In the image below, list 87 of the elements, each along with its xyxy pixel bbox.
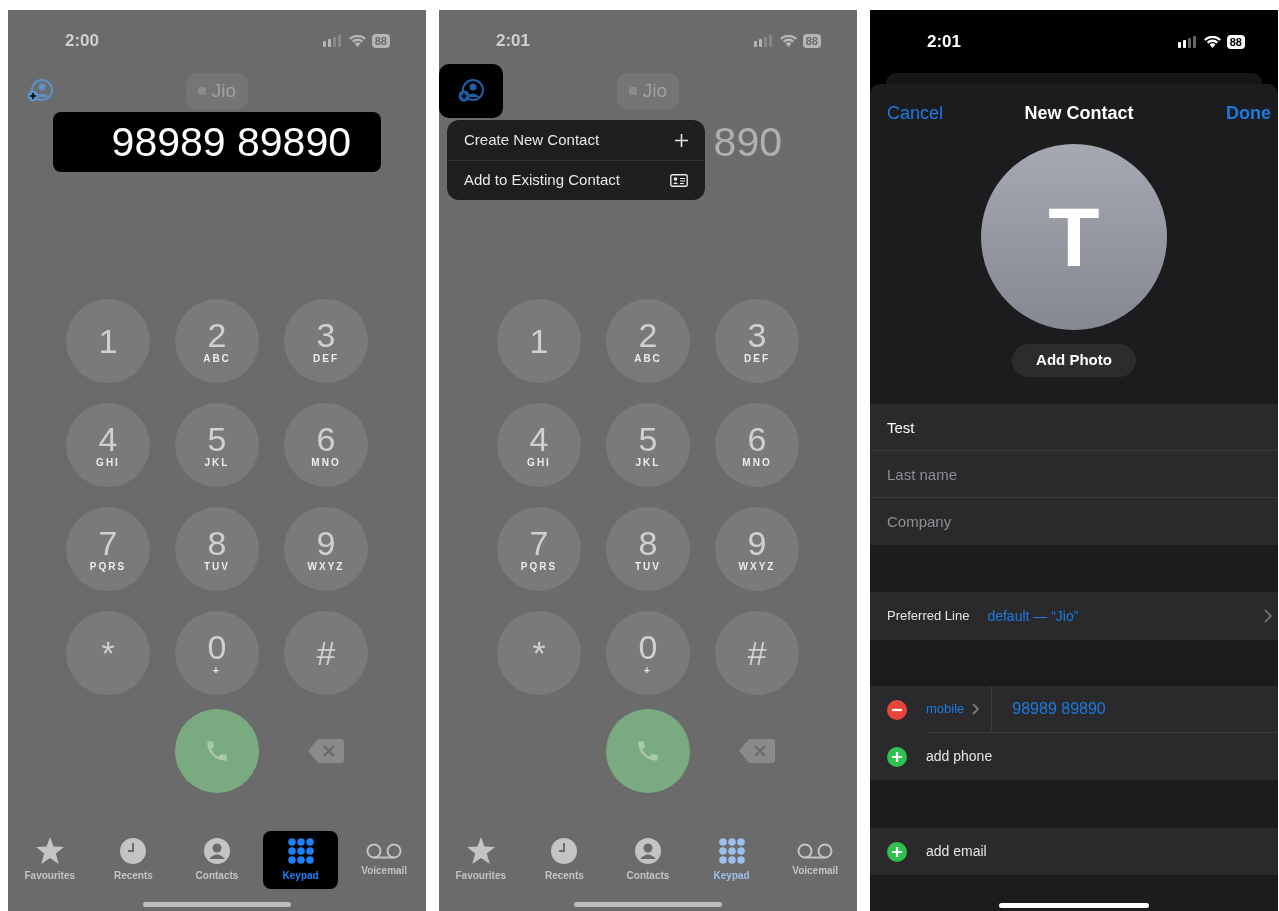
dial-key[interactable]: 6 MNO: [284, 403, 368, 487]
add-contact-icon: [27, 79, 53, 103]
backspace-icon: [308, 739, 344, 763]
tab-bar-item[interactable]: Keypad: [693, 831, 770, 889]
dial-key[interactable]: 4 GHI: [66, 403, 150, 487]
name-field[interactable]: Company: [870, 498, 1278, 545]
avatar: T: [981, 144, 1167, 330]
sheet-title: New Contact: [1024, 101, 1134, 125]
dial-key[interactable]: #: [715, 611, 799, 695]
dial-key[interactable]: 9 WXYZ: [715, 507, 799, 591]
chevron-icon: [1264, 609, 1272, 623]
star-icon: [466, 837, 495, 864]
phone-icon: [204, 738, 230, 764]
star-icon: [35, 837, 64, 864]
tab-bar-item[interactable]: Voicemail: [346, 831, 422, 889]
tab-bar-item[interactable]: Recents: [95, 831, 172, 889]
tab-bar-item[interactable]: Voicemail: [777, 831, 853, 889]
voicemail-icon: [366, 842, 403, 859]
remove-icon[interactable]: [887, 699, 907, 720]
add-contact-button[interactable]: [439, 64, 503, 118]
keypad-icon: [718, 837, 745, 864]
dial-key[interactable]: 0 +: [606, 611, 690, 695]
dial-key[interactable]: 6 MNO: [715, 403, 799, 487]
dialed-number: 890: [713, 121, 782, 163]
dial-key[interactable]: 9 WXYZ: [284, 507, 368, 591]
menu-item[interactable]: Create New Contact: [447, 120, 705, 160]
clock-icon: [551, 837, 578, 864]
dial-key[interactable]: 8 TUV: [175, 507, 259, 591]
battery-level: 88: [1226, 34, 1245, 49]
dial-key[interactable]: 0 +: [175, 611, 259, 695]
tab-bar-item[interactable]: Recents: [526, 831, 603, 889]
person-icon: [204, 837, 230, 864]
wifi-icon: [1203, 35, 1221, 48]
add-icon[interactable]: [887, 841, 907, 862]
menu-item[interactable]: Add to Existing Contact: [447, 160, 705, 200]
phone-icon: [635, 738, 661, 764]
dial-key[interactable]: 3 DEF: [284, 299, 368, 383]
dial-key[interactable]: 7 PQRS: [66, 507, 150, 591]
signal-icon: [1177, 35, 1198, 48]
add-row-button[interactable]: add phone: [926, 746, 993, 767]
done-button[interactable]: Done: [1226, 99, 1271, 127]
dial-key[interactable]: 1: [66, 299, 150, 383]
dial-key[interactable]: 5 JKL: [606, 403, 690, 487]
add-row-button[interactable]: add email: [926, 841, 987, 862]
name-field[interactable]: Last name: [870, 451, 1278, 498]
tab-bar-item[interactable]: Contacts: [610, 831, 686, 889]
dial-key[interactable]: 5 JKL: [175, 403, 259, 487]
tab-bar-item[interactable]: Keypad: [262, 831, 339, 889]
battery-level: 88: [802, 34, 821, 48]
phone-number-field[interactable]: 98989 89890: [1012, 697, 1106, 721]
dial-key[interactable]: 3 DEF: [715, 299, 799, 383]
battery-level: 88: [371, 34, 390, 48]
status-time: 2:00: [65, 30, 100, 53]
dial-key[interactable]: 2 ABC: [175, 299, 259, 383]
add-photo-button[interactable]: Add Photo: [1012, 344, 1136, 377]
dial-key[interactable]: *: [497, 611, 581, 695]
plus-icon: [675, 133, 688, 147]
status-time: 2:01: [927, 30, 962, 53]
tab-bar-item[interactable]: Favourites: [443, 831, 519, 889]
contact-card-icon: [670, 174, 688, 187]
wifi-icon: [348, 35, 366, 47]
phone-label-link[interactable]: mobile: [926, 699, 980, 719]
name-field[interactable]: Test: [870, 404, 1278, 451]
dial-key[interactable]: 4 GHI: [497, 403, 581, 487]
person-icon: [635, 837, 661, 864]
dial-key[interactable]: #: [284, 611, 368, 695]
wifi-icon: [779, 35, 797, 47]
add-contact-icon: [458, 79, 484, 103]
dial-key[interactable]: 8 TUV: [606, 507, 690, 591]
dial-key[interactable]: 2 ABC: [606, 299, 690, 383]
status-time: 2:01: [496, 30, 531, 53]
dialed-number: 98989 89890: [111, 121, 351, 163]
chevron-icon: [972, 703, 980, 715]
signal-icon: [322, 35, 343, 47]
cancel-button[interactable]: Cancel: [887, 99, 944, 127]
voicemail-icon: [797, 842, 834, 859]
dial-key[interactable]: 7 PQRS: [497, 507, 581, 591]
tab-bar-item[interactable]: Contacts: [179, 831, 255, 889]
tab-bar-item[interactable]: Favourites: [12, 831, 88, 889]
preferred-line-row[interactable]: Preferred Line default — “Jio”: [870, 592, 1278, 640]
dial-key[interactable]: *: [66, 611, 150, 695]
backspace-icon: [739, 739, 775, 763]
add-icon[interactable]: [887, 746, 907, 767]
clock-icon: [120, 837, 147, 864]
dial-key[interactable]: 1: [497, 299, 581, 383]
keypad-icon: [287, 837, 314, 864]
signal-icon: [753, 35, 774, 47]
